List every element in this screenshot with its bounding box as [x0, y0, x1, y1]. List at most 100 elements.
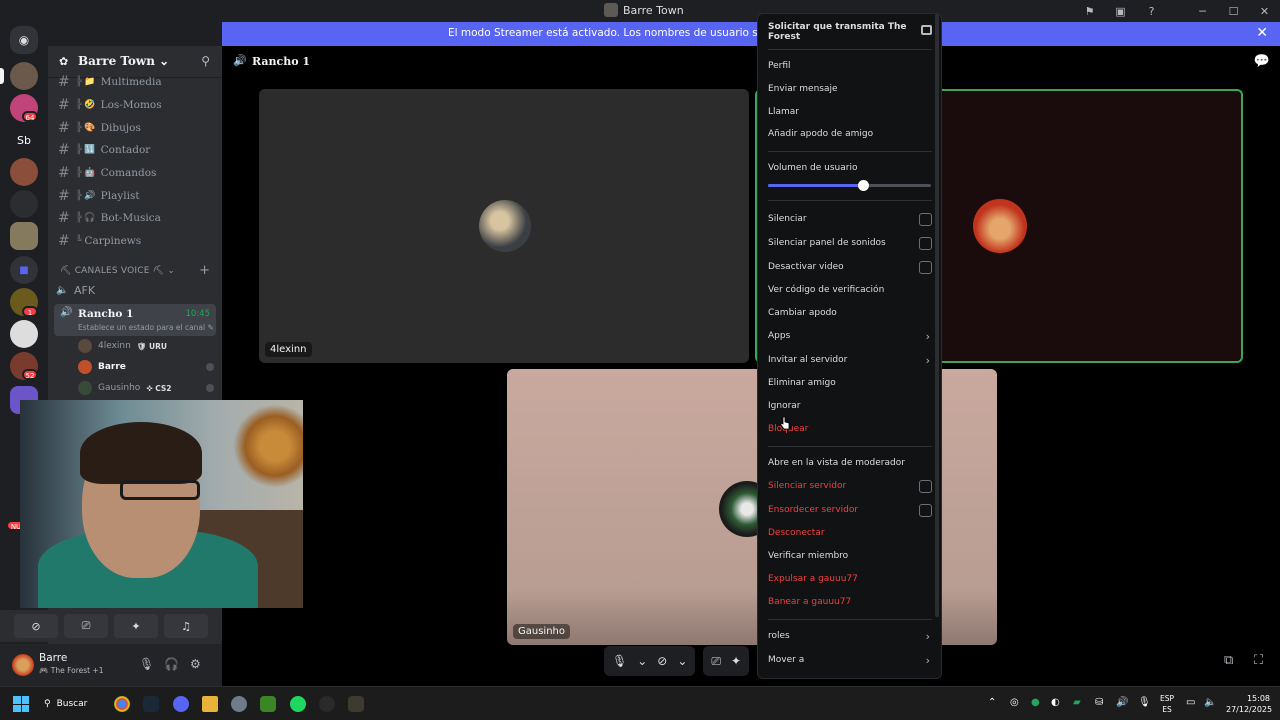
server-icon-7[interactable]	[10, 320, 38, 348]
server-icon-sb[interactable]: Sb	[10, 126, 38, 154]
share-control[interactable]: ⎚ ✦	[703, 646, 750, 676]
menu-item-verify-member[interactable]: Verificar miembro	[768, 546, 932, 566]
minecraft-icon[interactable]	[260, 696, 276, 712]
flag-icon[interactable]: ⚑	[1074, 0, 1105, 22]
activities-icon[interactable]: ✦	[114, 614, 158, 638]
voice-channel-active[interactable]: 🔊 Rancho 1 10:45 Establece un estado par…	[54, 304, 216, 336]
steam-icon[interactable]	[143, 696, 159, 712]
channel-multimedia[interactable]: # ╠ 📁 Multimedia	[58, 72, 162, 92]
tray-volume-icon[interactable]: 🔊	[1116, 697, 1128, 708]
settings-icon[interactable]: ⚙	[190, 657, 201, 671]
checkbox[interactable]	[919, 260, 932, 274]
checkbox[interactable]	[919, 212, 932, 226]
menu-item-disconnect[interactable]: Desconectar	[768, 523, 932, 543]
inbox-icon[interactable]: ▣	[1105, 0, 1136, 22]
participant-tile-4lexinn[interactable]: 4lexinn	[259, 89, 749, 363]
tray-network-icon[interactable]: ⛁	[1095, 697, 1103, 708]
checkbox[interactable]	[919, 236, 932, 250]
slider-knob[interactable]	[857, 180, 869, 191]
add-channel-icon[interactable]: +	[199, 263, 210, 278]
menu-item-kick[interactable]: Expulsar a gauuu77	[768, 569, 932, 589]
taskbar-search[interactable]: ⚲ Buscar	[44, 694, 87, 714]
menu-item-disable-video[interactable]: Desactivar video	[768, 257, 932, 277]
menu-item-verification-code[interactable]: Ver código de verificación	[768, 280, 932, 300]
menu-item-mute[interactable]: Silenciar	[768, 209, 932, 229]
tray-steam-icon[interactable]: ◐	[1051, 697, 1060, 708]
chevron-up-icon[interactable]: ⌃	[988, 697, 996, 708]
obs-icon[interactable]	[319, 696, 335, 712]
menu-item-server-mute[interactable]: Silenciar servidor	[768, 476, 932, 496]
menu-item-request-stream[interactable]: Solicitar que transmita The Forest	[768, 22, 932, 42]
screen-share-icon[interactable]: ⎚	[64, 614, 108, 638]
discord-icon[interactable]	[173, 696, 189, 712]
server-icon-3[interactable]	[10, 158, 38, 186]
headphones-icon[interactable]: 🎧	[164, 657, 179, 671]
menu-item-block[interactable]: Bloquear	[768, 419, 932, 439]
microphone-icon[interactable]: 🎙	[612, 654, 627, 668]
chat-icon[interactable]: 💬	[1254, 54, 1270, 69]
voice-channel-afk[interactable]: 🔈 AFK	[56, 280, 216, 300]
windows-start-icon[interactable]	[13, 696, 29, 712]
minimize-button[interactable]: ─	[1187, 0, 1218, 22]
voice-member[interactable]: Gausinho ✜ CS2	[78, 379, 214, 397]
user-volume-slider[interactable]	[768, 180, 931, 191]
tray-status-icon[interactable]: ●	[1031, 697, 1040, 708]
mic-control[interactable]: 🎙 ⌄ ⊘ ⌄	[604, 646, 696, 676]
menu-item-ban[interactable]: Banear a gauuu77	[768, 592, 932, 612]
file-explorer-icon[interactable]	[202, 696, 218, 712]
server-icon-5[interactable]	[10, 222, 38, 250]
menu-item-call[interactable]: Llamar	[768, 102, 932, 122]
help-icon[interactable]: ?	[1136, 0, 1167, 22]
camera-off-icon[interactable]: ⊘	[14, 614, 58, 638]
menu-item-roles[interactable]: roles ›	[768, 626, 932, 646]
menu-item-ignore[interactable]: Ignorar	[768, 396, 932, 416]
channel-contador[interactable]: # ╠ 🔢 Contador	[58, 140, 150, 160]
chrome-icon[interactable]	[114, 696, 130, 712]
activities-icon[interactable]: ✦	[731, 654, 741, 668]
camera-off-icon[interactable]: ⊘	[657, 654, 667, 668]
menu-item-remove-friend[interactable]: Eliminar amigo	[768, 373, 932, 393]
menu-item-mute-soundboard[interactable]: Silenciar panel de sonidos	[768, 233, 932, 253]
tray-app-icon[interactable]: ◎	[1010, 697, 1019, 708]
server-icon-4[interactable]	[10, 190, 38, 218]
server-icon-1[interactable]	[10, 62, 38, 90]
screen-share-icon[interactable]: ⎚	[711, 654, 721, 669]
checkbox[interactable]	[919, 503, 932, 517]
menu-item-apps[interactable]: Apps ›	[768, 326, 932, 346]
maximize-button[interactable]: ☐	[1218, 0, 1249, 22]
chevron-down-icon[interactable]: ⌄	[637, 654, 647, 668]
tray-display-icon[interactable]: ▭	[1186, 697, 1195, 708]
chevron-down-icon[interactable]: ⌄	[677, 654, 687, 668]
menu-item-send-message[interactable]: Enviar mensaje	[768, 79, 932, 99]
close-window-button[interactable]: ✕	[1249, 0, 1280, 22]
voice-status[interactable]: Establece un estado para el canal ✎	[78, 323, 214, 332]
tray-speaker-icon[interactable]: 🔈	[1204, 697, 1216, 708]
menu-item-profile[interactable]: Perfil	[768, 56, 932, 76]
channel-los-momos[interactable]: # ╠ 🤣 Los-Momos	[58, 95, 162, 115]
folder-icon[interactable]: ■	[10, 256, 38, 284]
popout-icon[interactable]: ⧉	[1224, 653, 1233, 668]
voice-category[interactable]: ⛏ CANALES VOICE ⛏ ⌄	[60, 266, 175, 276]
game-icon[interactable]	[348, 696, 364, 712]
discord-home-icon[interactable]: ◉	[10, 26, 38, 54]
channel-bot-musica[interactable]: # ╠ 🎧 Bot-Musica	[58, 208, 161, 228]
voice-member[interactable]: Barre	[78, 358, 214, 376]
channel-comandos[interactable]: # ╠ 🤖 Comandos	[58, 163, 156, 183]
channel-dibujos[interactable]: # ╠ 🎨 Dibujos	[58, 118, 141, 138]
checkbox[interactable]	[919, 479, 932, 493]
close-icon[interactable]: ✕	[1256, 25, 1268, 41]
soundboard-icon[interactable]: ♫	[164, 614, 208, 638]
microphone-icon[interactable]: 🎙	[139, 657, 154, 671]
fullscreen-icon[interactable]: ⛶	[1254, 653, 1263, 668]
avatar[interactable]	[12, 654, 34, 676]
taskbar-clock[interactable]: 15:08 27/12/2025	[1226, 693, 1272, 715]
voice-member[interactable]: 4lexinn 🛡 URU	[78, 337, 214, 355]
tray-nvidia-icon[interactable]: ▰	[1073, 697, 1081, 708]
invite-people-icon[interactable]: ⚲	[201, 54, 210, 68]
tray-microphone-icon[interactable]: 🎙	[1138, 697, 1151, 708]
menu-item-change-nickname[interactable]: Cambiar apodo	[768, 303, 932, 323]
menu-item-move-to[interactable]: Mover a ›	[768, 650, 932, 670]
settings-gear-icon[interactable]	[231, 696, 247, 712]
channel-carpinews[interactable]: # ╚ Carpinews	[58, 231, 141, 251]
menu-item-invite[interactable]: Invitar al servidor ›	[768, 350, 932, 370]
